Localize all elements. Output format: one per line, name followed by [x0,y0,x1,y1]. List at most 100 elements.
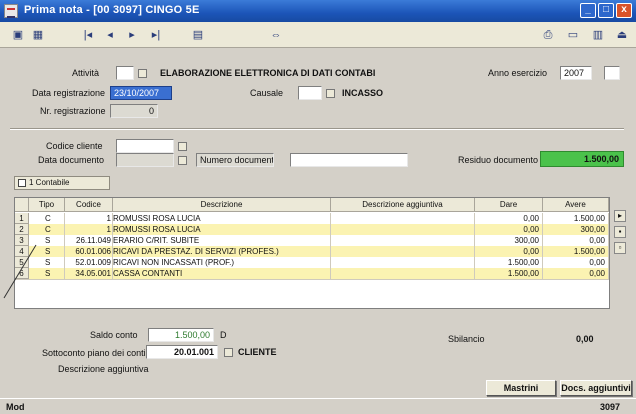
cell-avere[interactable]: 1.500,00 [543,213,609,224]
document-icon[interactable]: ▤ [190,27,206,43]
cell-tipo[interactable]: C [29,213,65,224]
cell-avere[interactable]: 0,00 [543,235,609,246]
tab-contabile-label: 1 Contabile [29,178,70,187]
column-header-dare[interactable]: Dare [475,198,543,212]
status-code: 3097 [600,402,621,412]
cell-dare[interactable]: 1.500,00 [475,268,543,279]
sbilancio-value: 0,00 [576,334,594,344]
cell-descrizione-aggiuntiva[interactable] [331,246,475,257]
cell-descrizione[interactable]: RICAVI NON INCASSATI (PROF.) [113,257,331,268]
cell-avere[interactable]: 1.500,00 [543,246,609,257]
saldo-conto-sign: D [220,330,227,340]
table-row[interactable]: 6 S 34.05.001 CASSA CONTANTI 1.500,00 0,… [15,268,609,279]
empty-row-area[interactable] [15,279,609,308]
print-icon[interactable]: ⎙ [540,27,556,43]
codice-cliente-lookup-icon[interactable] [178,142,187,151]
cell-descrizione-aggiuntiva[interactable] [331,235,475,246]
title-bar[interactable]: Prima nota - [00 3097] CINGO 5E _ □ x [0,0,636,22]
numero-documento-label-box: Numero documento [196,153,274,167]
cell-descrizione[interactable]: RICAVI DA PRESTAZ. DI SERVIZI (PROFES.) [113,246,331,257]
table-row[interactable]: 1 C 1 ROMUSSI ROSA LUCIA 0,00 1.500,00 [15,213,609,224]
sbilancio-label: Sbilancio [448,334,485,344]
anno-esercizio-field[interactable]: 2007 [560,66,592,80]
previous-record-icon[interactable]: ◂ [102,27,118,43]
attivita-field[interactable] [116,66,134,80]
cell-dare[interactable]: 0,00 [475,246,543,257]
cell-descrizione-aggiuntiva[interactable] [331,213,475,224]
cell-codice[interactable]: 52.01.009 [65,257,113,268]
row-edit-icon[interactable]: ▪ [614,226,626,238]
notes-icon[interactable]: ▥ [590,27,606,43]
cell-dare[interactable]: 1.500,00 [475,257,543,268]
cell-descrizione[interactable]: CASSA CONTANTI [113,268,331,279]
data-documento-label: Data documento [38,155,105,165]
numero-documento-field[interactable] [290,153,408,167]
column-header-descrizione[interactable]: Descrizione [113,198,331,212]
nr-registrazione-label: Nr. registrazione [40,106,106,116]
cell-descrizione-aggiuntiva[interactable] [331,224,475,235]
maximize-button[interactable]: □ [598,3,614,18]
cell-codice[interactable]: 1 [65,224,113,235]
column-header-codice[interactable]: Codice [65,198,113,212]
grid-side-buttons: ▸ ▪ ▫ [614,210,626,290]
cell-codice[interactable]: 60.01.006 [65,246,113,257]
sottoconto-lookup-icon[interactable] [224,348,233,357]
cell-descrizione-aggiuntiva[interactable] [331,257,475,268]
column-header-tipo[interactable]: Tipo [29,198,65,212]
window-icon[interactable]: ▦ [30,27,46,43]
tab-contabile[interactable]: 1 Contabile [14,176,110,190]
minimize-button[interactable]: _ [580,3,596,18]
table-row[interactable]: 3 S 26.11.049 ERARIO C/RIT. SUBITE 300,0… [15,235,609,246]
descrizione-aggiuntiva-label: Descrizione aggiuntiva [58,364,149,374]
column-header-avere[interactable]: Avere [543,198,609,212]
cell-descrizione[interactable]: ROMUSSI ROSA LUCIA [113,224,331,235]
first-record-icon[interactable]: |◂ [80,27,96,43]
attivita-lookup-icon[interactable] [138,69,147,78]
cell-avere[interactable]: 0,00 [543,268,609,279]
table-row[interactable]: 4 S 60.01.006 RICAVI DA PRESTAZ. DI SERV… [15,246,609,257]
table-row[interactable]: 2 C 1 ROMUSSI ROSA LUCIA 0,00 300,00 [15,224,609,235]
last-record-icon[interactable]: ▸| [148,27,164,43]
sottoconto-field[interactable]: 20.01.001 [146,345,218,359]
data-documento-field [116,153,174,167]
entries-grid[interactable]: Tipo Codice Descrizione Descrizione aggi… [14,197,610,309]
close-button[interactable]: x [616,3,632,18]
grid-corner [15,198,29,212]
docs-aggiuntivi-button[interactable]: Docs. aggiuntivi [560,380,632,396]
cell-descrizione[interactable]: ERARIO C/RIT. SUBITE [113,235,331,246]
cell-codice[interactable]: 26.11.049 [65,235,113,246]
codice-cliente-field[interactable] [116,139,174,153]
cell-avere[interactable]: 0,00 [543,257,609,268]
causale-field[interactable] [298,86,322,100]
attivita-label: Attività [72,68,100,78]
cell-dare[interactable]: 0,00 [475,213,543,224]
cell-descrizione-aggiuntiva[interactable] [331,268,475,279]
column-header-descrizione-aggiuntiva[interactable]: Descrizione aggiuntiva [331,198,475,212]
save-icon[interactable]: ▣ [10,27,26,43]
anno-esercizio-label: Anno esercizio [488,68,548,78]
numero-documento-label: Numero documento [200,155,274,165]
cell-descrizione[interactable]: ROMUSSI ROSA LUCIA [113,213,331,224]
cell-codice[interactable]: 34.05.001 [65,268,113,279]
cell-tipo[interactable]: C [29,224,65,235]
table-row[interactable]: 5 S 52.01.009 RICAVI NON INCASSATI (PROF… [15,257,609,268]
cell-codice[interactable]: 1 [65,213,113,224]
exit-icon[interactable]: ⏏ [614,27,630,43]
status-mode: Mod [6,402,25,412]
data-registrazione-field[interactable]: 23/10/2007 [110,86,172,100]
next-record-icon[interactable]: ▸ [124,27,140,43]
mastrini-button[interactable]: Mastrini [486,380,556,396]
row-delete-icon[interactable]: ▫ [614,242,626,254]
sottoconto-description: CLIENTE [238,347,277,357]
preview-icon[interactable]: ▭ [565,27,581,43]
data-documento-lookup-icon[interactable] [178,156,187,165]
cell-dare[interactable]: 0,00 [475,224,543,235]
anno-esercizio-extra-field[interactable] [604,66,620,80]
row-insert-icon[interactable]: ▸ [614,210,626,222]
link-icon[interactable]: ⇔ [268,27,284,43]
cell-avere[interactable]: 300,00 [543,224,609,235]
codice-cliente-label: Codice cliente [46,141,103,151]
row-number: 2 [15,224,29,235]
cell-dare[interactable]: 300,00 [475,235,543,246]
causale-lookup-icon[interactable] [326,89,335,98]
